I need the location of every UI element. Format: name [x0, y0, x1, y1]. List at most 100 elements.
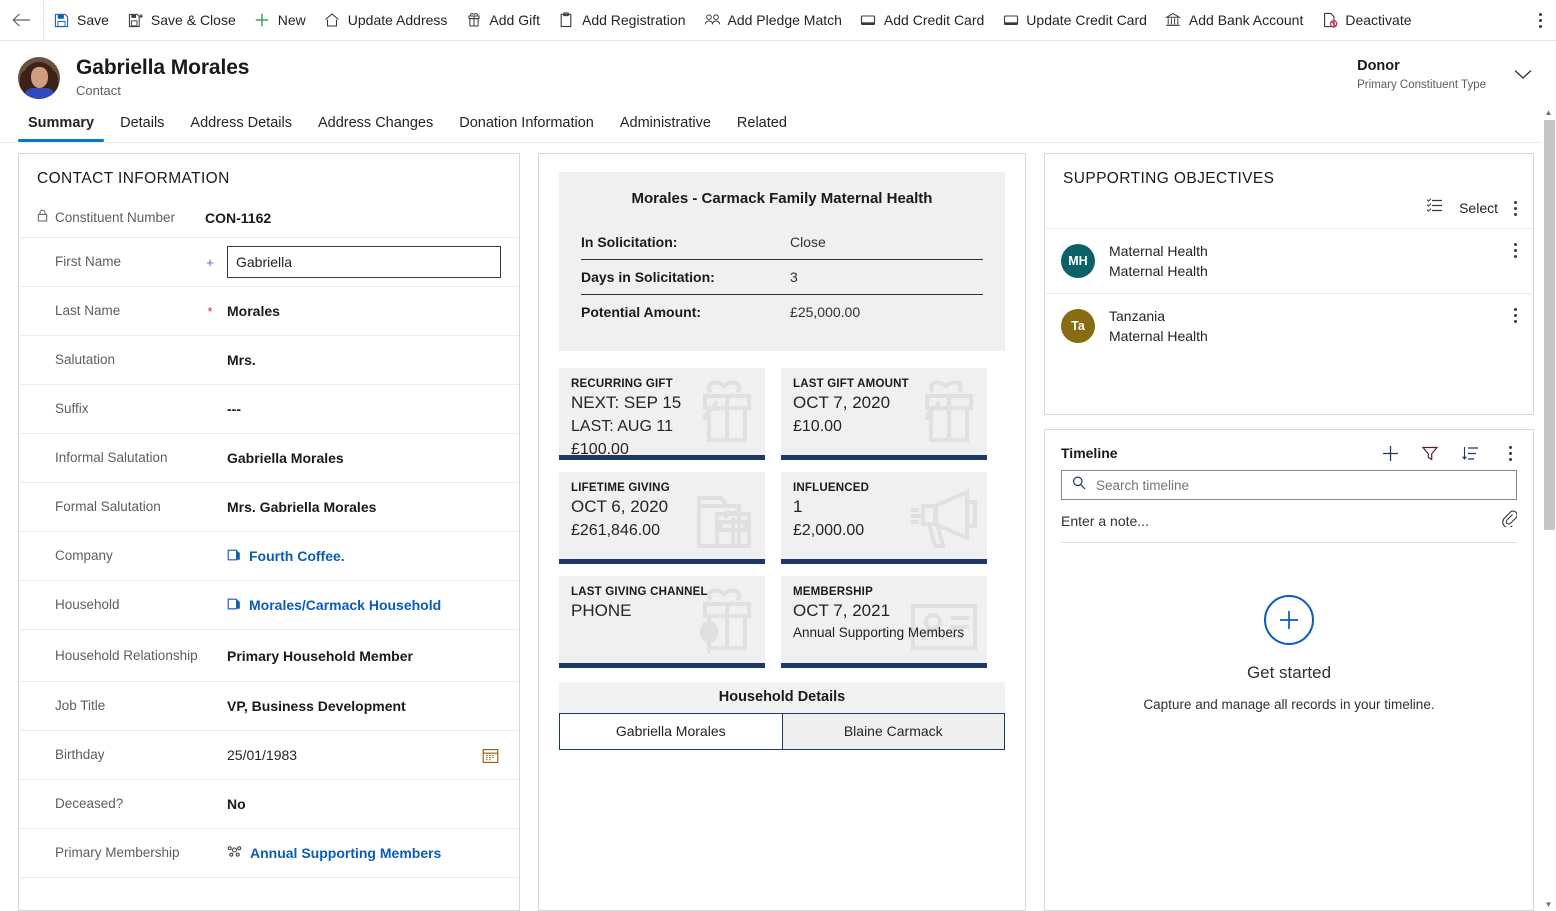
deceased-value[interactable]: No — [227, 796, 246, 812]
solicitation-row: Days in Solicitation: 3 — [581, 259, 983, 294]
salutation-value[interactable]: Mrs. — [227, 352, 256, 368]
search-timeline-input[interactable] — [1094, 477, 1506, 494]
header-expand-button[interactable] — [1512, 63, 1534, 85]
field-household: Household Morales/Carmack Household — [19, 581, 519, 630]
tab-details[interactable]: Details — [110, 114, 174, 142]
days-in-solicitation-label: Days in Solicitation: — [581, 269, 790, 285]
tab-administrative[interactable]: Administrative — [610, 114, 721, 142]
objective-avatar: Ta — [1061, 309, 1095, 343]
job-title-value[interactable]: VP, Business Development — [227, 698, 406, 714]
scrollbar-thumb[interactable] — [1544, 120, 1555, 530]
informal-salutation-value[interactable]: Gabriella Morales — [227, 450, 344, 466]
tab-donation-information[interactable]: Donation Information — [449, 114, 604, 142]
household-relationship-value[interactable]: Primary Household Member — [227, 648, 413, 664]
back-button[interactable] — [0, 0, 44, 40]
timeline-search[interactable] — [1061, 470, 1517, 500]
scroll-up-arrow[interactable]: ▲ — [1541, 105, 1556, 119]
add-registration-button[interactable]: Add Registration — [549, 0, 695, 40]
deactivate-icon — [1321, 12, 1338, 29]
plus-icon — [254, 12, 271, 29]
timeline-get-started-button[interactable] — [1264, 595, 1314, 645]
attach-file-button[interactable] — [1502, 510, 1517, 532]
household-tab-blaine-carmack[interactable]: Blaine Carmack — [782, 714, 1005, 749]
primary-constituent-type-label: Primary Constituent Type — [1357, 77, 1486, 93]
constituent-number-value: CON-1162 — [205, 210, 271, 226]
tile-influenced[interactable]: INFLUENCED 1 £2,000.00 — [781, 472, 987, 564]
update-credit-card-button[interactable]: Update Credit Card — [993, 0, 1156, 40]
suffix-value[interactable]: --- — [227, 401, 241, 417]
field-salutation: Salutation Mrs. — [19, 336, 519, 385]
objective-category: Maternal Health — [1109, 261, 1500, 281]
deactivate-button[interactable]: Deactivate — [1312, 0, 1420, 40]
scroll-down-arrow[interactable]: ▼ — [1541, 897, 1556, 911]
tile-heading: MEMBERSHIP — [793, 586, 975, 598]
select-button[interactable]: Select — [1459, 200, 1498, 216]
objective-row-more-button[interactable] — [1514, 306, 1517, 323]
company-value: Fourth Coffee. — [249, 548, 345, 564]
constituent-number-label: Constituent Number — [55, 209, 175, 227]
tile-line-1: 1 — [793, 495, 975, 519]
tile-membership[interactable]: MEMBERSHIP OCT 7, 2021 Annual Supporting… — [781, 576, 987, 668]
timeline-add-button[interactable] — [1381, 444, 1399, 462]
page-scrollbar[interactable]: ▲ ▼ — [1541, 105, 1556, 911]
birthday-label: Birthday — [37, 746, 205, 764]
save-button[interactable]: Save — [44, 0, 118, 40]
timeline-more-button[interactable] — [1501, 444, 1519, 462]
new-button[interactable]: New — [245, 0, 315, 40]
add-pledge-match-button[interactable]: Add Pledge Match — [695, 0, 851, 40]
birthday-value[interactable]: 25/01/1983 — [227, 747, 297, 763]
timeline-note-entry[interactable]: Enter a note... — [1061, 500, 1517, 543]
supporting-objectives-toolbar: Select — [1045, 198, 1533, 228]
add-credit-card-button[interactable]: Add Credit Card — [851, 0, 993, 40]
tab-related[interactable]: Related — [727, 114, 797, 142]
header-quick-fields: Donor Primary Constituent Type — [1357, 55, 1534, 93]
lookup-record-icon — [227, 597, 241, 614]
command-bar-overflow-button[interactable] — [1529, 0, 1556, 40]
tab-address-changes[interactable]: Address Changes — [308, 114, 443, 142]
timeline-filter-button[interactable] — [1421, 444, 1439, 462]
first-name-input[interactable] — [227, 246, 501, 278]
tile-lifetime-giving[interactable]: LIFETIME GIVING OCT 6, 2020 £261,846.00 — [559, 472, 765, 564]
tile-line-2: £261,846.00 — [571, 519, 753, 542]
supporting-objectives-more-button[interactable] — [1514, 201, 1517, 216]
add-credit-card-label: Add Credit Card — [884, 12, 984, 28]
household-details-section: Household Details Gabriella Morales Blai… — [559, 682, 1005, 750]
filter-icon — [1422, 446, 1438, 461]
tile-last-gift-amount[interactable]: LAST GIFT AMOUNT OCT 7, 2020 £10.00 — [781, 368, 987, 460]
save-and-close-button[interactable]: Save & Close — [118, 0, 245, 40]
timeline-sort-button[interactable] — [1461, 444, 1479, 462]
supporting-objective-row[interactable]: MH Maternal Health Maternal Health — [1045, 228, 1533, 293]
last-name-value[interactable]: Morales — [227, 303, 280, 319]
household-value-link[interactable]: Morales/Carmack Household — [227, 597, 441, 614]
tile-recurring-gift[interactable]: RECURRING GIFT NEXT: SEP 15 LAST: AUG 11… — [559, 368, 765, 460]
show-as-list-icon[interactable] — [1426, 198, 1443, 218]
card-icon — [1002, 12, 1019, 29]
formal-salutation-value[interactable]: Mrs. Gabriella Morales — [227, 499, 376, 515]
field-informal-salutation: Informal Salutation Gabriella Morales — [19, 434, 519, 483]
solicitation-title: Morales - Carmack Family Maternal Health — [581, 190, 983, 207]
field-deceased: Deceased? No — [19, 780, 519, 829]
solicitation-row: In Solicitation: Close — [581, 225, 983, 259]
household-tab-gabriella-morales[interactable]: Gabriella Morales — [560, 714, 782, 749]
tile-last-giving-channel[interactable]: LAST GIVING CHANNEL PHONE — [559, 576, 765, 668]
add-gift-button[interactable]: Add Gift — [456, 0, 549, 40]
tile-line-2: £2,000.00 — [793, 519, 975, 542]
company-value-link[interactable]: Fourth Coffee. — [227, 548, 345, 565]
lookup-record-icon — [227, 548, 241, 565]
objective-row-more-button[interactable] — [1514, 241, 1517, 258]
add-bank-account-button[interactable]: Add Bank Account — [1156, 0, 1312, 40]
primary-membership-value-link[interactable]: Annual Supporting Members — [227, 845, 441, 862]
form-tabs: Summary Details Address Details Address … — [0, 105, 1556, 143]
update-address-button[interactable]: Update Address — [315, 0, 457, 40]
giving-summary-panel: Morales - Carmack Family Maternal Health… — [538, 153, 1026, 911]
tab-address-details[interactable]: Address Details — [180, 114, 302, 142]
tab-summary[interactable]: Summary — [18, 114, 104, 142]
calendar-picker-button[interactable] — [479, 744, 501, 766]
add-bank-account-label: Add Bank Account — [1189, 12, 1303, 28]
household-relationship-label: Household Relationship — [37, 647, 205, 664]
solicitation-card: Morales - Carmack Family Maternal Health… — [559, 172, 1005, 351]
tile-line-1: OCT 7, 2020 — [793, 391, 975, 415]
supporting-objective-row[interactable]: Ta Tanzania Maternal Health — [1045, 293, 1533, 358]
update-credit-card-label: Update Credit Card — [1026, 12, 1147, 28]
gift-icon — [465, 12, 482, 29]
